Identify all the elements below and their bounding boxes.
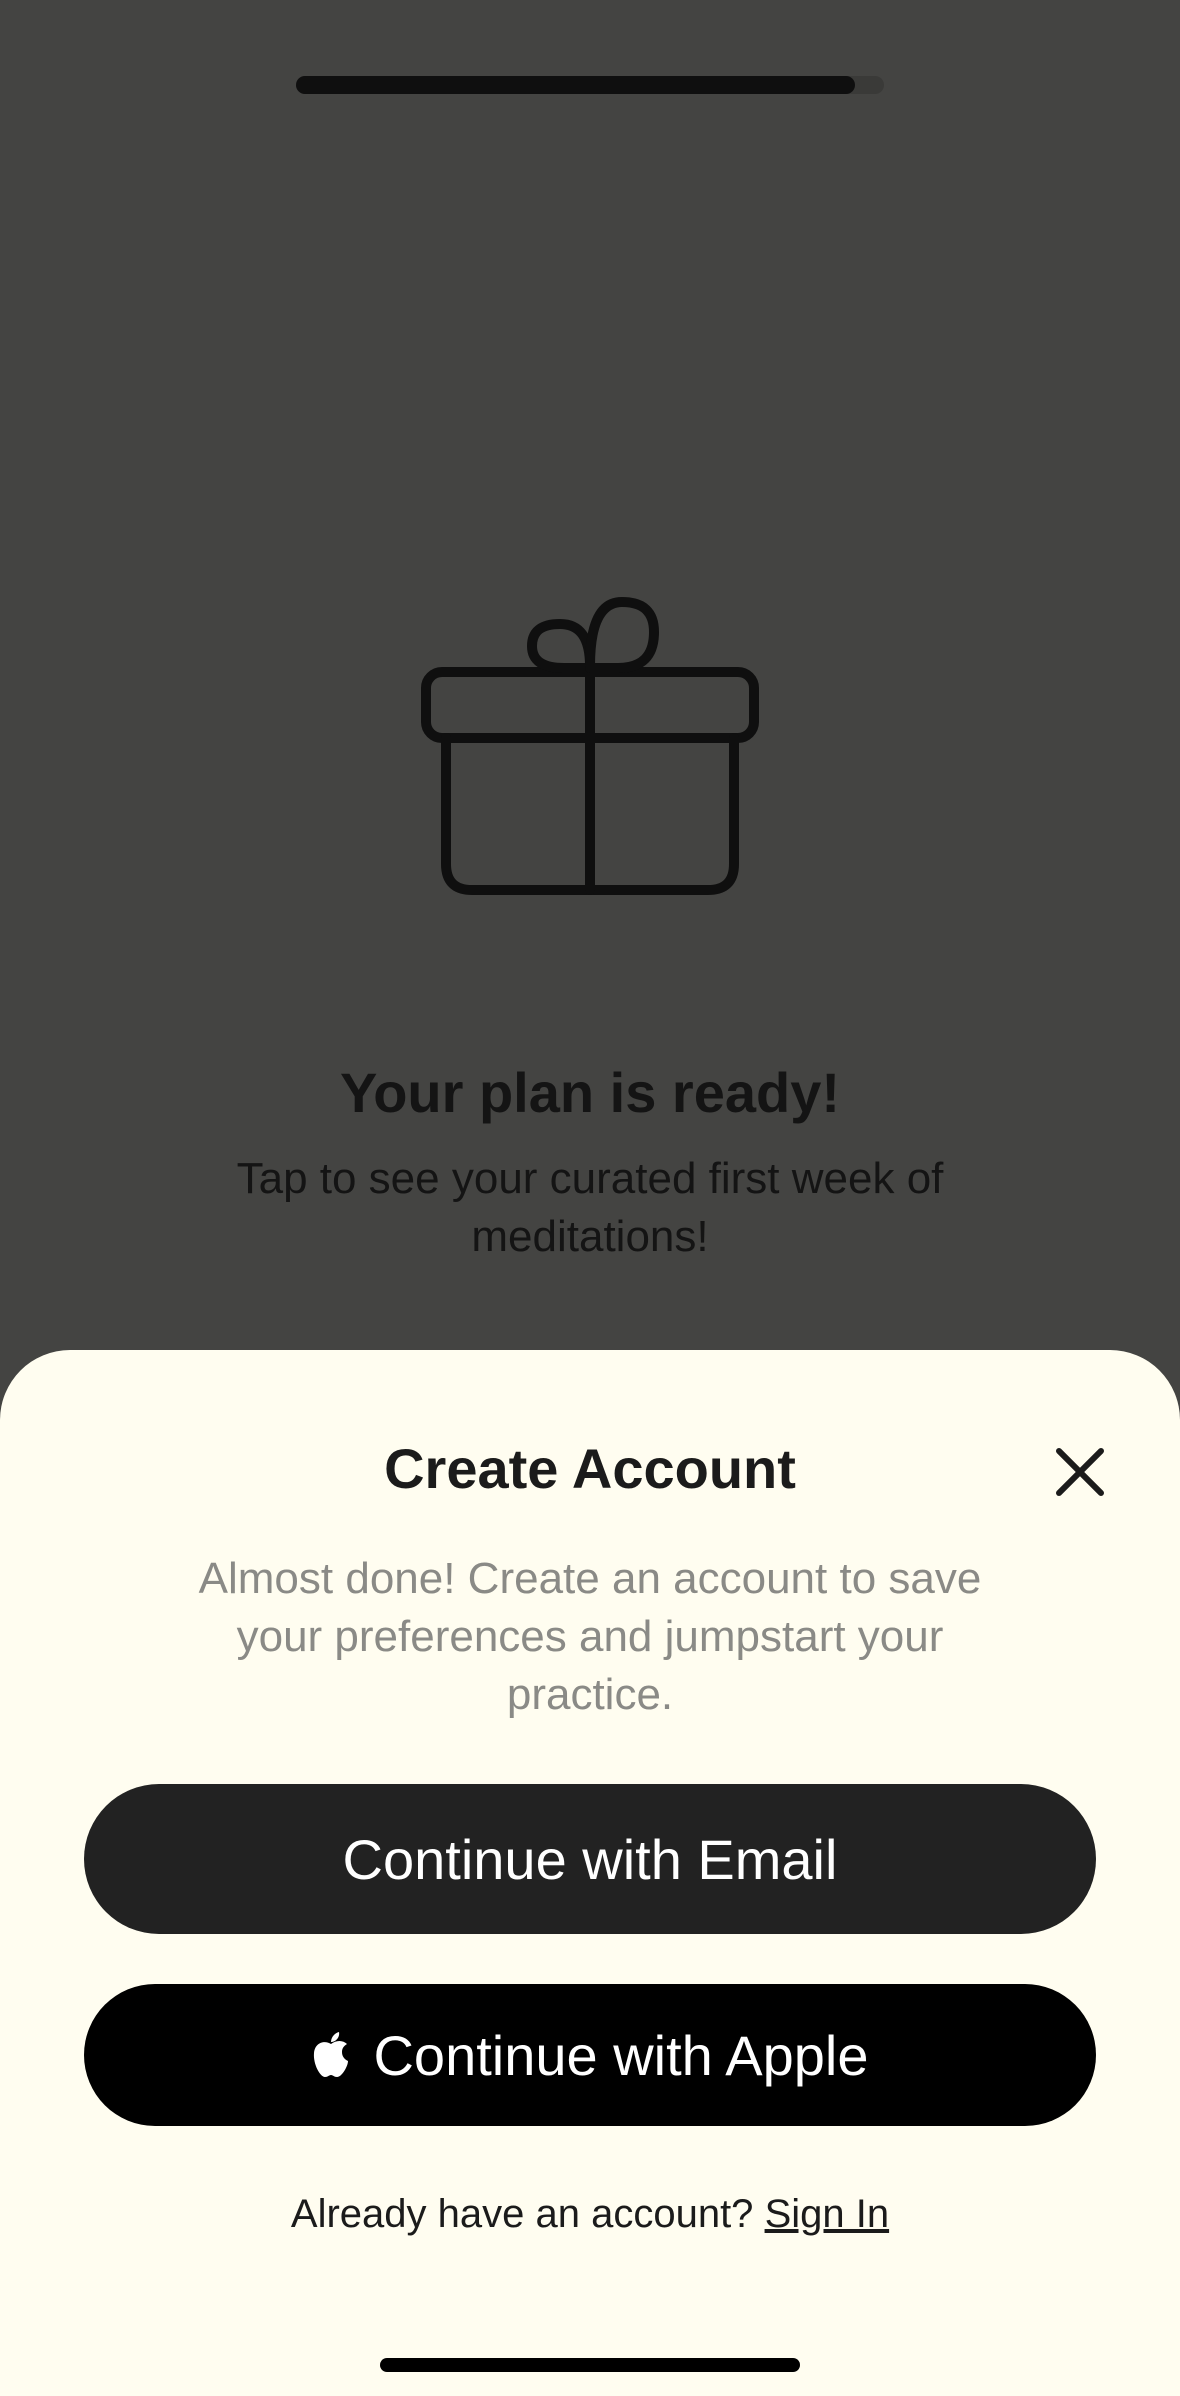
continue-with-email-label: Continue with Email xyxy=(342,1827,838,1891)
sheet-title: Create Account xyxy=(384,1437,796,1500)
create-account-sheet: Create Account Almost done! Create an ac… xyxy=(0,1350,1180,2396)
continue-with-apple-button[interactable]: Continue with Apple xyxy=(84,1984,1096,2126)
plan-ready-title[interactable]: Your plan is ready! xyxy=(0,1060,1180,1125)
sign-in-prompt: Already have an account? Sign In xyxy=(0,2192,1180,2237)
apple-icon xyxy=(314,2032,349,2077)
home-indicator xyxy=(380,2358,800,2372)
close-icon[interactable] xyxy=(1050,1442,1110,1502)
progress-bar xyxy=(296,76,884,94)
plan-ready-subtitle[interactable]: Tap to see your curated first week of me… xyxy=(170,1150,1010,1266)
continue-with-apple-label: Continue with Apple xyxy=(373,2023,869,2087)
progress-bar-fill xyxy=(296,76,855,94)
sheet-subtitle: Almost done! Create an account to save y… xyxy=(198,1554,982,1719)
gift-icon xyxy=(421,597,759,895)
sign-in-link[interactable]: Sign In xyxy=(765,2192,890,2236)
have-account-text: Already have an account? xyxy=(290,2192,754,2236)
continue-with-email-button[interactable]: Continue with Email xyxy=(84,1784,1096,1934)
